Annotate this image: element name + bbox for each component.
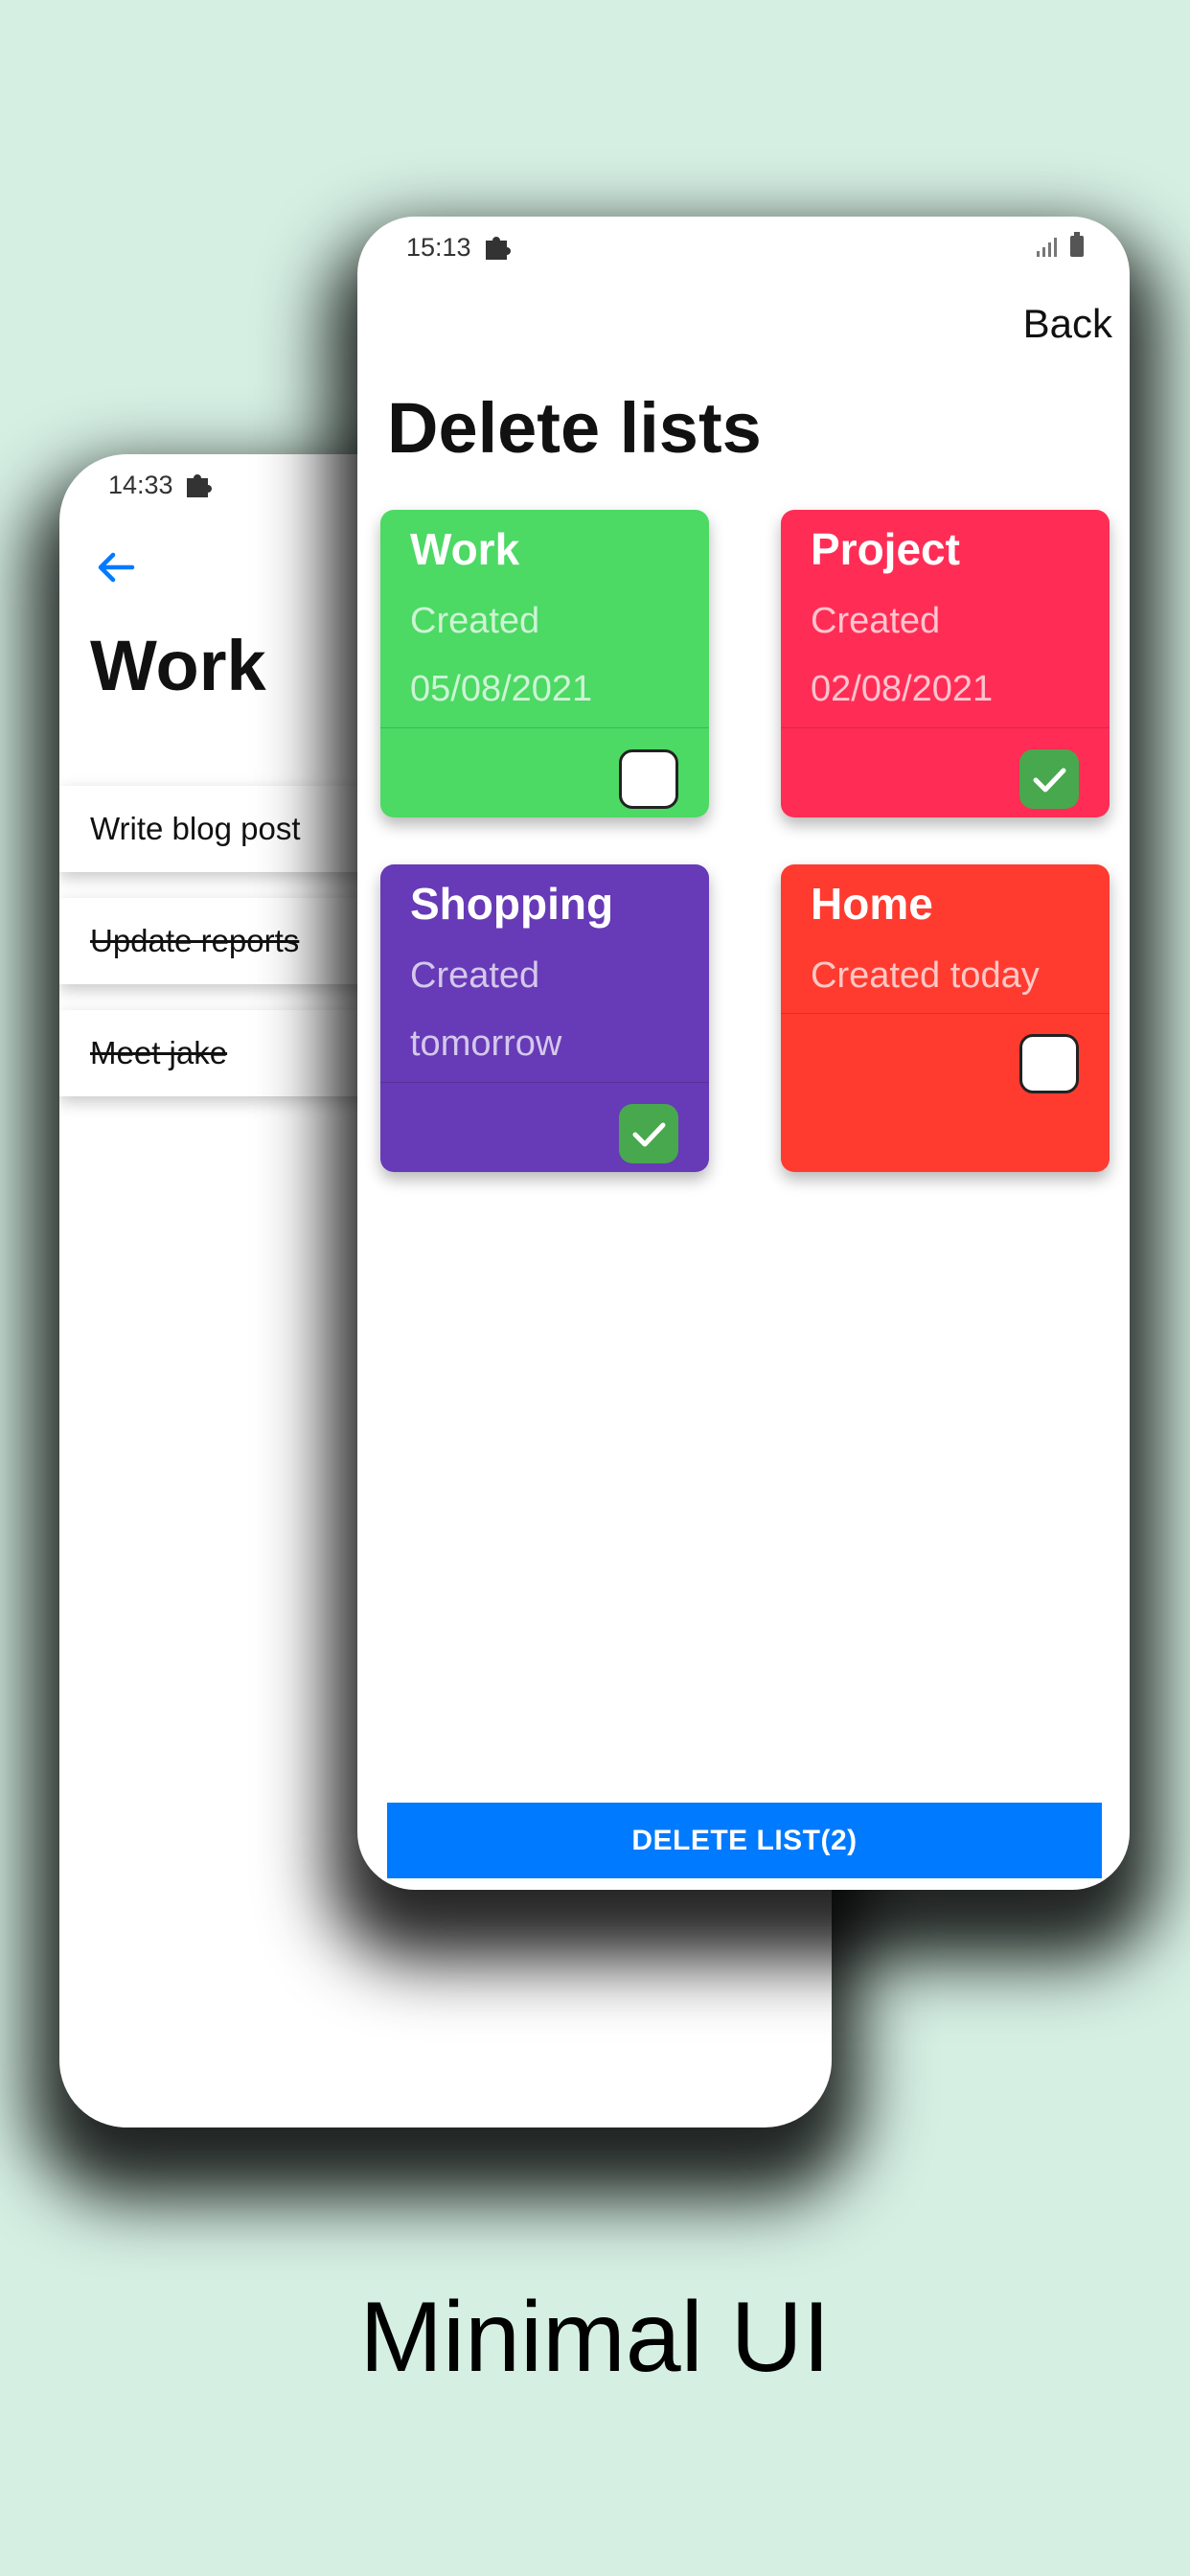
battery-icon [1070,232,1084,257]
task-label: Update reports [90,923,300,958]
delete-lists-screen: 15:13 Back Delete lists Work Created 05/… [357,217,1130,1890]
signal-icon [1037,238,1057,257]
list-card-shopping[interactable]: Shopping Created tomorrow [380,864,709,1172]
page-title: Delete lists [387,388,762,468]
back-arrow-icon[interactable] [94,545,138,589]
tagline: Minimal UI [359,2282,831,2393]
status-time: 15:13 [406,233,471,262]
list-name: Home [811,879,933,929]
status-icons [1037,232,1084,257]
status-time: 14:33 [108,471,173,499]
delete-list-button[interactable]: DELETE LIST(2) [387,1803,1102,1878]
list-created-date: 02/08/2021 [811,669,994,709]
puzzle-icon [187,474,212,497]
checkmark-icon [632,1122,666,1147]
card-divider [781,727,1110,728]
select-checkbox[interactable] [1019,1034,1079,1093]
list-created-label: Created today [811,955,1040,996]
checkmark-icon [1033,768,1066,793]
select-checkbox[interactable] [619,749,678,809]
card-divider [380,1082,709,1083]
select-checkbox[interactable] [619,1104,678,1163]
list-created-label: Created [811,601,941,641]
task-label: Write blog post [90,811,301,846]
card-divider [781,1013,1110,1014]
list-card-home[interactable]: Home Created today [781,864,1110,1172]
list-created-date: 05/08/2021 [410,669,593,709]
list-card-work[interactable]: Work Created 05/08/2021 [380,510,709,817]
list-card-project[interactable]: Project Created 02/08/2021 [781,510,1110,817]
back-button[interactable]: Back [1023,301,1112,347]
puzzle-icon [486,237,511,260]
list-name: Shopping [410,879,614,929]
list-created-label: Created [410,601,540,641]
select-checkbox[interactable] [1019,749,1079,809]
list-created-date: tomorrow [410,1024,562,1064]
card-divider [380,727,709,728]
task-label: Meet jake [90,1035,228,1070]
list-name: Work [410,524,520,574]
list-created-label: Created [410,955,540,996]
page-title: Work [90,626,266,705]
list-name: Project [811,524,960,574]
